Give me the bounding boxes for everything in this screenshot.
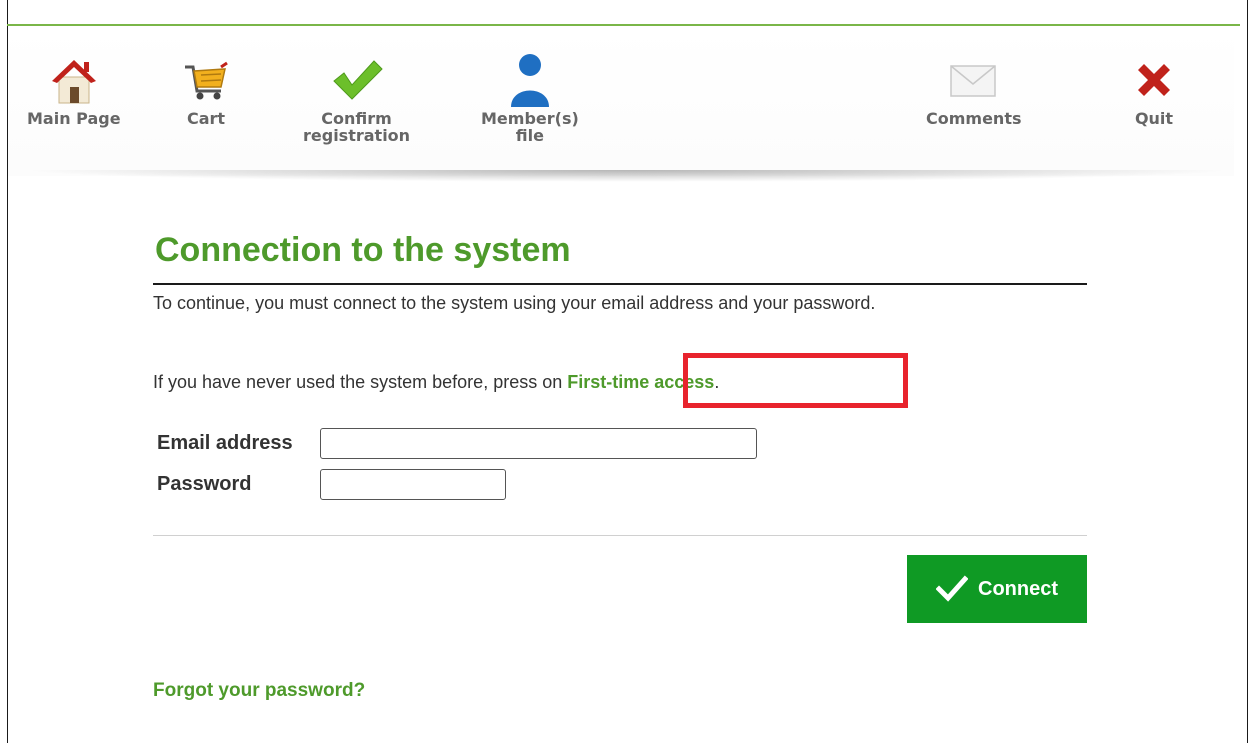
nav-cart-label: Cart xyxy=(186,109,226,128)
title-divider xyxy=(153,283,1087,285)
email-field[interactable] xyxy=(320,428,757,459)
nav-members-file-label: Member(s) file xyxy=(481,109,579,145)
toolbar-shadow xyxy=(20,170,1234,182)
password-label: Password xyxy=(157,473,252,495)
first-time-prefix: If you have never used the system before… xyxy=(153,372,568,392)
password-row: Password xyxy=(157,469,506,500)
login-panel: Connection to the system To continue, yo… xyxy=(153,220,1087,701)
nav-main-page[interactable]: Main Page xyxy=(27,50,121,127)
nav-confirm-registration[interactable]: Confirm registration xyxy=(303,50,410,144)
nav-quit[interactable]: Quit xyxy=(1127,50,1181,127)
email-row: Email address xyxy=(157,428,757,459)
password-field[interactable] xyxy=(320,469,506,500)
page-title: Connection to the system xyxy=(155,231,571,269)
connect-button[interactable]: Connect xyxy=(907,555,1087,623)
close-icon xyxy=(1127,50,1181,110)
nav-comments-label: Comments xyxy=(926,109,1022,128)
nav-main-page-label: Main Page xyxy=(27,109,121,128)
nav-cart[interactable]: Cart xyxy=(179,50,233,127)
form-divider xyxy=(153,535,1087,536)
nav-members-file[interactable]: Member(s) file xyxy=(481,50,579,144)
nav-comments[interactable]: Comments xyxy=(926,50,1022,127)
nav-quit-label: Quit xyxy=(1134,109,1174,128)
envelope-icon xyxy=(947,50,1001,110)
intro-text: To continue, you must connect to the sys… xyxy=(153,293,876,313)
home-icon xyxy=(47,50,101,110)
checkmark-icon xyxy=(330,50,384,110)
frame-right-border xyxy=(1247,0,1248,743)
highlight-annotation-box xyxy=(683,353,908,408)
cart-icon xyxy=(179,50,233,110)
connect-button-label: Connect xyxy=(978,577,1058,600)
first-time-text: If you have never used the system before… xyxy=(153,370,719,394)
email-label: Email address xyxy=(157,432,293,454)
nav-confirm-registration-label: Confirm registration xyxy=(303,109,411,145)
user-icon xyxy=(503,50,557,110)
forgot-password-link[interactable]: Forgot your password? xyxy=(153,680,365,702)
check-icon xyxy=(936,575,968,603)
